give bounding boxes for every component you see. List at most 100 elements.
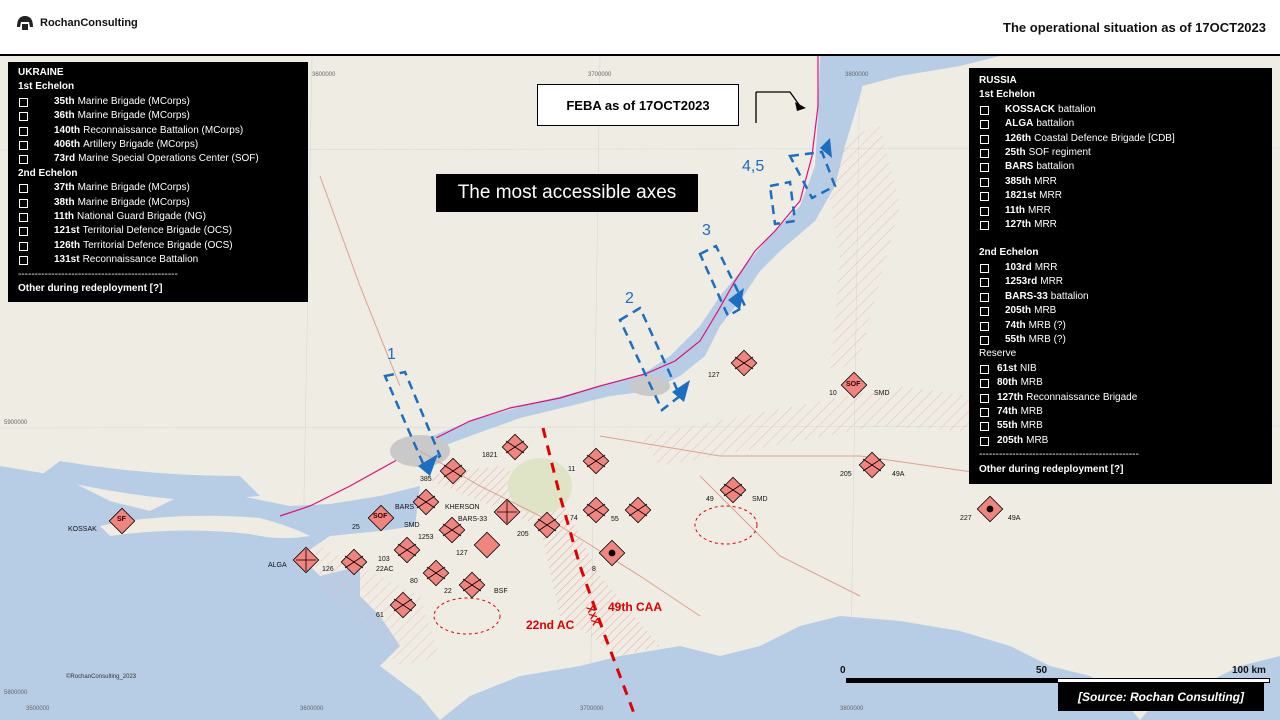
rus-e1-row: 11th MRR — [979, 204, 1262, 218]
unit-label: SF — [117, 516, 126, 523]
checkbox-icon — [979, 405, 991, 419]
rus-e1-row: 385th MRR — [979, 175, 1262, 189]
checkbox-icon — [979, 275, 991, 289]
scale-bar — [846, 678, 1270, 683]
russia-echelon1-title: 1st Echelon — [979, 89, 1036, 101]
ukr-e2-row: 37th Marine Brigade (MCorps) — [18, 181, 298, 195]
header-bar: RochanConsulting The operational situati… — [0, 0, 1280, 56]
axis-45-label: 4,5 — [742, 158, 765, 175]
unit-label: 49 — [706, 496, 714, 503]
scale-mid: 50 — [1036, 665, 1048, 676]
checkbox-icon — [18, 124, 30, 138]
axis-3-label: 3 — [702, 222, 711, 239]
checkbox-icon — [979, 290, 991, 304]
checkbox-icon — [979, 218, 991, 232]
unit-label: 205 — [517, 531, 529, 538]
unit-label: SOF — [373, 513, 388, 520]
scale-end: 100 km — [1232, 665, 1266, 676]
rus-e1-row: BARS battalion — [979, 160, 1262, 174]
unit-label: KHERSON — [445, 504, 480, 511]
rus-e1-row: 1821st MRR — [979, 189, 1262, 203]
rus-e2-row: 1253rd MRR — [979, 275, 1262, 289]
rus-res-row: 80th MRB — [979, 376, 1262, 390]
unit-label: 1253 — [418, 534, 434, 541]
unit-label: BARS-33 — [458, 516, 488, 523]
checkbox-icon — [979, 419, 991, 433]
brand-name: RochanConsulting — [40, 17, 138, 29]
ukr-e1-row: 35th Marine Brigade (MCorps) — [18, 95, 298, 109]
ukraine-separator: ----------------------------------------… — [18, 268, 178, 280]
checkbox-icon — [18, 95, 30, 109]
grid-label: 3600000 — [312, 72, 336, 78]
checkbox-icon — [979, 204, 991, 218]
ukr-e2-row: 11th National Guard Brigade (NG) — [18, 210, 298, 224]
operational-map: XXX UKRAINE 1st Echelon 35th Marine Brig… — [0, 56, 1280, 720]
unit-label: 205 — [840, 471, 852, 478]
grid-label: 3800000 — [845, 72, 869, 78]
checkbox-icon — [979, 319, 991, 333]
unit-label: 1821 — [482, 452, 498, 459]
grid-label: 3500000 — [26, 706, 50, 712]
unit-label: BSF — [494, 588, 508, 595]
ukr-e1-row: 406th Artillery Brigade (MCorps) — [18, 138, 298, 152]
russia-title: RUSSIA — [979, 75, 1017, 86]
checkbox-icon — [979, 261, 991, 275]
ukraine-forces-panel: UKRAINE 1st Echelon 35th Marine Brigade (… — [8, 62, 308, 302]
rus-e1-row: 25th SOF regiment — [979, 146, 1262, 160]
checkbox-icon — [979, 304, 991, 318]
checkbox-icon — [979, 434, 991, 448]
rus-e2-row: BARS-33 battalion — [979, 290, 1262, 304]
unit-label: 25 — [352, 524, 360, 531]
ukr-e2-row: 131st Reconnaissance Battalion — [18, 253, 298, 267]
checkbox-icon — [979, 189, 991, 203]
unit-label: KOSSAK — [68, 526, 97, 533]
unit-label: 22 — [444, 588, 452, 595]
unit-label: SMD — [752, 496, 768, 503]
ukr-e2-row: 121st Territorial Defence Brigade (OCS) — [18, 224, 298, 238]
unit-label: 55 — [611, 516, 619, 523]
russia-forces-panel: RUSSIA 1st Echelon KOSSACK battalion ALGA… — [969, 68, 1272, 484]
unit-label: SMD — [404, 522, 420, 529]
checkbox-icon — [18, 152, 30, 166]
ukraine-other: Other during redeployment [?] — [18, 283, 163, 295]
unit-label: 80 — [410, 578, 418, 585]
rus-res-row: 55th MRB — [979, 419, 1262, 433]
copyright-note: ©RochanConsulting_2023 — [66, 674, 137, 680]
russia-other: Other during redeployment [?] — [979, 463, 1124, 475]
unit-label: 127 — [708, 372, 720, 379]
unit-label: 8 — [592, 566, 596, 573]
checkbox-icon — [18, 109, 30, 123]
checkbox-icon — [979, 160, 991, 174]
unit-label: SMD — [874, 390, 890, 397]
unit-label: 49A — [1008, 515, 1021, 522]
checkbox-icon — [18, 224, 30, 238]
rus-e2-row: 74th MRB (?) — [979, 319, 1262, 333]
unit-label: 385 — [420, 476, 432, 483]
unit-label: 127 — [456, 550, 468, 557]
russia-separator: ----------------------------------------… — [979, 449, 1139, 461]
unit-label: 74 — [570, 515, 578, 522]
grid-label: 5800000 — [4, 690, 28, 696]
rus-e1-row: ALGA battalion — [979, 117, 1262, 131]
checkbox-icon — [18, 196, 30, 210]
russia-echelon2-title: 2nd Echelon — [979, 247, 1039, 259]
rus-e1-row: KOSSACK battalion — [979, 103, 1262, 117]
russia-reserve-title: Reserve — [979, 348, 1017, 360]
scale-zero: 0 — [840, 665, 846, 676]
ukr-e2-row: 38th Marine Brigade (MCorps) — [18, 196, 298, 210]
unit-label: 49A — [892, 471, 905, 478]
source-credit: [Source: Rochan Consulting] — [1058, 683, 1264, 711]
grid-label: 3700000 — [588, 72, 612, 78]
checkbox-icon — [979, 132, 991, 146]
helmet-icon — [17, 16, 33, 30]
rus-res-row: 74th MRB — [979, 405, 1262, 419]
axis-2-label: 2 — [625, 290, 634, 307]
page-title: The operational situation as of 17OCT202… — [1003, 20, 1266, 35]
ukr-e1-row: 140th Reconnaissance Battalion (MCorps) — [18, 124, 298, 138]
checkbox-icon — [979, 103, 991, 117]
unit-label: ALGA — [268, 562, 287, 569]
checkbox-icon — [18, 138, 30, 152]
rus-e1-row: 126th Coastal Defence Brigade [CDB] — [979, 132, 1262, 146]
rus-e1-row: 127th MRR — [979, 218, 1262, 232]
unit-label: 126 — [322, 566, 334, 573]
